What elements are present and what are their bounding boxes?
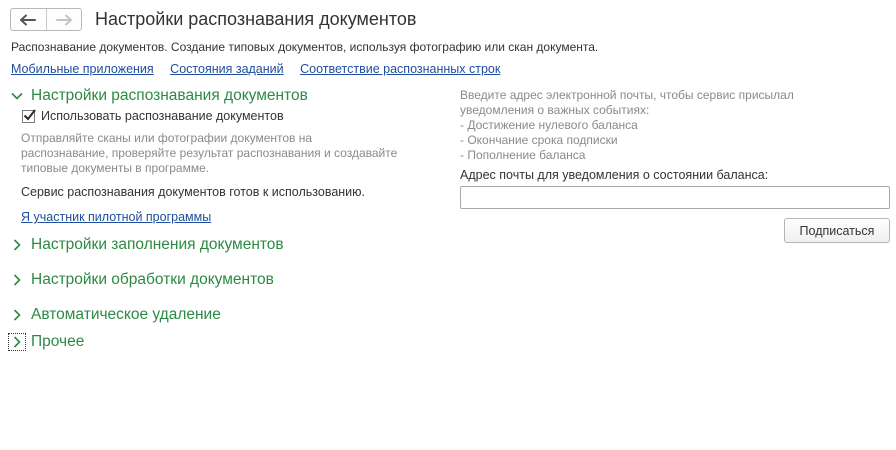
- link-recognized-rows-mapping[interactable]: Соответствие распознанных строк: [300, 62, 500, 76]
- use-recognition-checkbox[interactable]: [22, 108, 36, 123]
- back-button[interactable]: [11, 9, 46, 30]
- navigation-buttons: [10, 8, 82, 31]
- arrow-left-icon: [20, 14, 37, 25]
- page-description: Распознавание документов. Создание типов…: [11, 40, 599, 54]
- notification-event-item: - Пополнение баланса: [460, 148, 586, 162]
- group-recognition-settings[interactable]: Настройки распознавания документов: [10, 87, 308, 105]
- use-recognition-checkbox-row[interactable]: Использовать распознавание документов: [22, 108, 284, 123]
- group-title: Настройки обработки документов: [31, 271, 274, 288]
- notification-event-item: - Окончание срока подписки: [460, 133, 618, 147]
- recognition-hint: Отправляйте сканы или фотографии докумен…: [21, 131, 398, 175]
- group-title: Прочее: [31, 333, 85, 350]
- chevron-right-icon: [10, 273, 24, 287]
- email-field[interactable]: [460, 186, 890, 209]
- chevron-right-icon: [10, 238, 24, 252]
- group-processing-settings[interactable]: Настройки обработки документов: [10, 271, 274, 289]
- links-bar: Мобильные приложения Состояния заданий С…: [11, 62, 513, 76]
- link-mobile-apps[interactable]: Мобильные приложения: [11, 62, 154, 76]
- group-title: Настройки распознавания документов: [31, 87, 308, 104]
- use-recognition-label: Использовать распознавание документов: [41, 109, 284, 123]
- link-task-states[interactable]: Состояния заданий: [170, 62, 283, 76]
- subscribe-button[interactable]: Подписаться: [784, 218, 890, 243]
- settings-page: Настройки распознавания документов Распо…: [0, 0, 896, 450]
- chevron-down-icon: [10, 89, 24, 103]
- group-auto-delete[interactable]: Автоматическое удаление: [10, 306, 221, 324]
- group-other[interactable]: Прочее: [8, 333, 85, 351]
- notifications-intro: Введите адрес электронной почты, чтобы с…: [460, 88, 794, 117]
- arrow-right-icon: [55, 14, 72, 25]
- checkmark-icon: [23, 108, 36, 121]
- notifications-hint: Введите адрес электронной почты, чтобы с…: [460, 88, 880, 163]
- chevron-right-icon: [8, 333, 26, 351]
- email-field-label: Адрес почты для уведомления о состоянии …: [460, 168, 769, 182]
- group-title: Настройки заполнения документов: [31, 236, 284, 253]
- chevron-right-icon: [10, 308, 24, 322]
- notification-event-item: - Достижение нулевого баланса: [460, 118, 638, 132]
- page-title: Настройки распознавания документов: [95, 9, 417, 29]
- group-title: Автоматическое удаление: [31, 306, 221, 323]
- group-filling-settings[interactable]: Настройки заполнения документов: [10, 236, 284, 254]
- service-status-text: Сервис распознавания документов готов к …: [21, 185, 366, 199]
- forward-button[interactable]: [45, 9, 82, 30]
- pilot-program-link[interactable]: Я участник пилотной программы: [21, 210, 211, 224]
